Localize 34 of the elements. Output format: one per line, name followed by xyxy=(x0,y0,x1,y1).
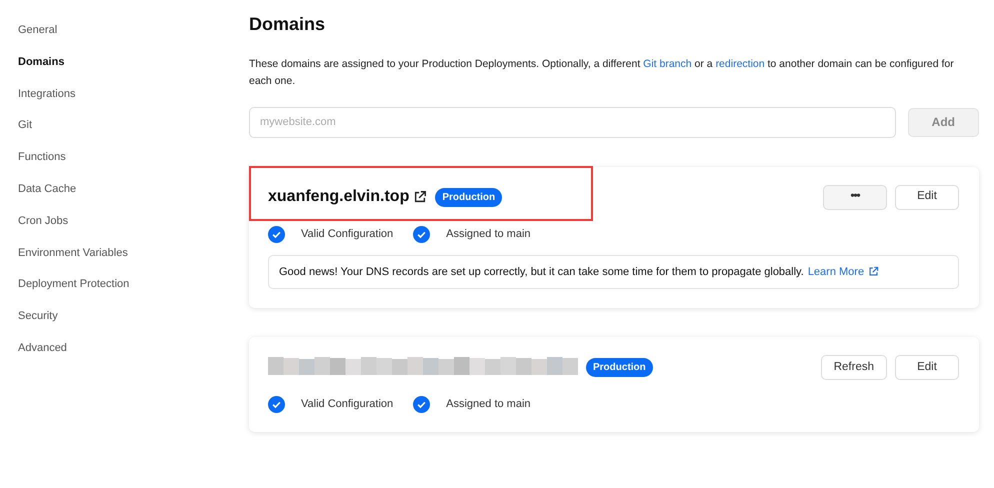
check-icon xyxy=(268,226,285,243)
check-icon xyxy=(413,226,430,243)
page-title: Domains xyxy=(249,14,326,36)
status-text: Valid Configuration xyxy=(301,226,394,242)
sidebar-item[interactable]: Environment Variables xyxy=(18,244,249,276)
sidebar-item[interactable]: Data Cache xyxy=(18,180,249,213)
status-text: Assigned to main xyxy=(446,397,531,412)
sidebar-item[interactable]: Cron Jobs xyxy=(18,212,249,245)
status-text: Assigned to main xyxy=(446,226,531,242)
sidebar-item[interactable]: Functions xyxy=(18,149,249,181)
learn-more-link[interactable]: Learn More xyxy=(808,264,864,280)
status-text: Valid Configuration xyxy=(301,397,394,412)
info-text: Good news! Your DNS records are set up correctly, but it can take some time for them to propagate globally. xyxy=(279,264,804,280)
domain-name[interactable]: xuanfeng.elvin.top xyxy=(268,185,410,210)
sidebar-item[interactable]: Deployment Protection xyxy=(18,276,249,308)
action-button[interactable]: Edit xyxy=(895,355,959,380)
external-link-icon[interactable] xyxy=(413,190,428,204)
action-button[interactable]: Refresh xyxy=(820,355,887,380)
sidebar-item[interactable]: General xyxy=(18,22,249,54)
inline-link[interactable]: Git branch xyxy=(643,58,692,70)
sidebar-item[interactable]: Domains xyxy=(18,54,249,86)
description-text: These domains are assigned to your Production Deployments. Optionally, a different Git branch or a redirection to another domain can be configured for each one. xyxy=(249,56,955,89)
production-badge: Production xyxy=(586,358,653,378)
domain-input[interactable]: mywebsite.com xyxy=(249,106,896,138)
inline-link[interactable]: redirection xyxy=(716,58,765,70)
production-badge: Production xyxy=(435,188,502,207)
action-button[interactable]: Edit xyxy=(895,184,959,210)
sidebar-item[interactable]: Advanced xyxy=(18,340,249,372)
check-icon xyxy=(268,396,285,414)
sidebar-item[interactable]: Git xyxy=(18,117,249,150)
sidebar-item[interactable]: Integrations xyxy=(18,86,249,118)
sidebar-item[interactable]: Security xyxy=(18,308,249,340)
more-button[interactable]: ••• xyxy=(823,184,887,210)
check-icon xyxy=(413,396,430,414)
